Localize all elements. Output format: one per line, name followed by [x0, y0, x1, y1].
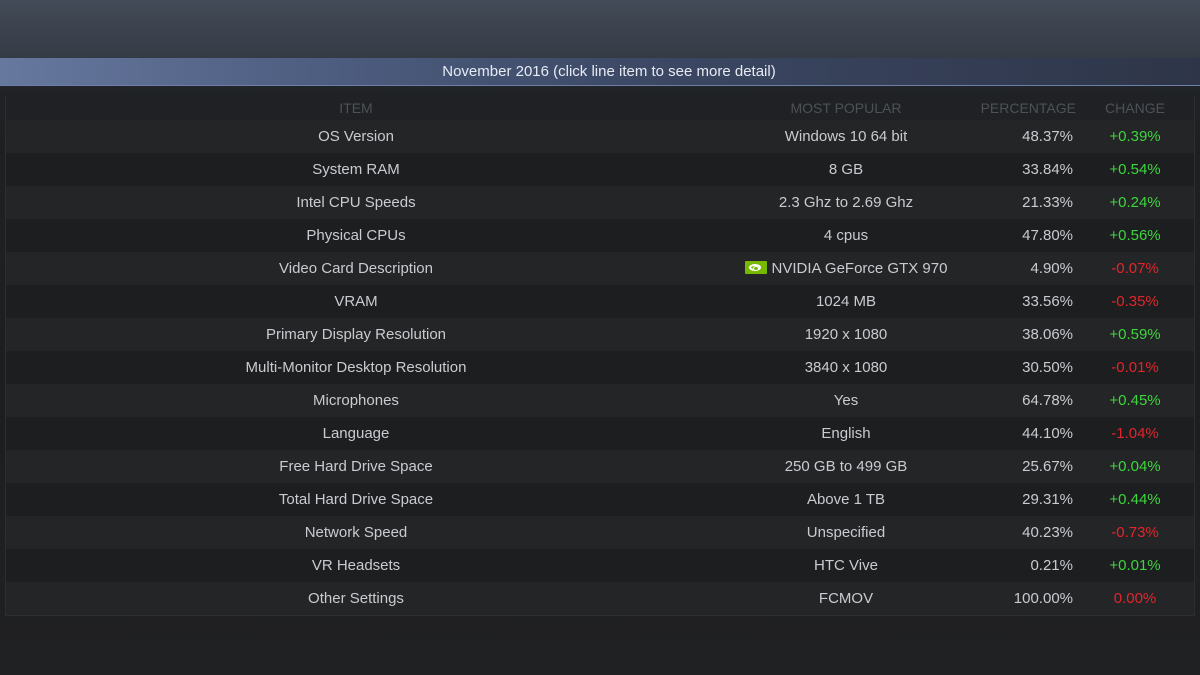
row-item-label: VR Headsets: [311, 557, 401, 574]
table-header: ITEM MOST POPULAR PERCENTAGE CHANGE: [6, 100, 1194, 118]
row-item-label: Microphones: [313, 392, 399, 409]
month-label: November 2016 (click line item to see mo…: [442, 63, 776, 80]
table-row[interactable]: Total Hard Drive Space Above 1 TB 29.31% +0…: [6, 483, 1194, 516]
row-most-popular-value: HTC Vive: [814, 557, 878, 574]
row-percentage: 100.00%: [1013, 590, 1073, 607]
row-item-label: Physical CPUs: [306, 227, 406, 244]
table-row[interactable]: Physical CPUs 4 cpus 47.80% +0.56%: [6, 219, 1194, 252]
row-most-popular-value: Unspecified: [806, 524, 886, 541]
row-change: -0.73%: [1111, 524, 1159, 541]
top-banner: [0, 0, 1200, 58]
row-item-label: Free Hard Drive Space: [279, 458, 433, 475]
table-row[interactable]: Multi-Monitor Desktop Resolution 3840 x 1…: [6, 351, 1194, 384]
table-row[interactable]: Microphones Yes 64.78% +0.45%: [6, 384, 1194, 417]
table-row[interactable]: VRAM 1024 MB 33.56% -0.35%: [6, 285, 1194, 318]
row-most-popular-value: Above 1 TB: [806, 491, 886, 508]
column-header-percentage: PERCENTAGE: [980, 100, 1076, 116]
row-item-label: Total Hard Drive Space: [278, 491, 434, 508]
row-change: +0.24%: [1109, 194, 1161, 211]
hardware-survey-page: November 2016 (click line item to see mo…: [0, 0, 1200, 675]
row-item-label: Network Speed: [304, 524, 408, 541]
row-change: +0.44%: [1109, 491, 1161, 508]
row-item-label: Video Card Description: [279, 260, 433, 277]
row-change: -1.04%: [1111, 425, 1159, 442]
column-header-change: CHANGE: [1105, 100, 1165, 116]
row-percentage: 40.23%: [1022, 524, 1073, 541]
table-row[interactable]: Other Settings FCMOV 100.00% 0.00%: [6, 582, 1194, 615]
row-item-label: Other Settings: [308, 590, 404, 607]
row-most-popular-value: 1024 MB: [815, 293, 877, 310]
row-percentage: 30.50%: [1022, 359, 1073, 376]
table-row[interactable]: Language English 44.10% -1.04%: [6, 417, 1194, 450]
row-most-popular-value: 250 GB to 499 GB: [784, 458, 908, 475]
row-change: +0.54%: [1109, 161, 1161, 178]
table-row[interactable]: Primary Display Resolution 1920 x 1080 38.…: [6, 318, 1194, 351]
row-percentage: 21.33%: [1022, 194, 1073, 211]
row-change: -0.07%: [1111, 260, 1159, 277]
row-item-label: Language: [322, 425, 390, 442]
row-most-popular-value: 1920 x 1080: [804, 326, 888, 343]
row-change: +0.04%: [1109, 458, 1161, 475]
table-row[interactable]: Video Card Description NVIDIA GeForce GTX…: [6, 252, 1194, 285]
row-most-popular-value: Yes: [833, 392, 859, 409]
row-change: -0.01%: [1111, 359, 1159, 376]
row-change: 0.00%: [1113, 590, 1157, 607]
row-percentage: 48.37%: [1022, 128, 1073, 145]
row-percentage: 38.06%: [1022, 326, 1073, 343]
row-percentage: 47.80%: [1022, 227, 1073, 244]
table-body: OS Version Windows 10 64 bit 48.37% +0.39% S…: [6, 120, 1194, 615]
table-row[interactable]: System RAM 8 GB 33.84% +0.54%: [6, 153, 1194, 186]
row-most-popular-value: 8 GB: [828, 161, 864, 178]
row-item-label: Multi-Monitor Desktop Resolution: [245, 359, 467, 376]
row-percentage: 25.67%: [1022, 458, 1073, 475]
row-most-popular-value: 4 cpus: [823, 227, 869, 244]
row-percentage: 33.84%: [1022, 161, 1073, 178]
row-item-label: Intel CPU Speeds: [296, 194, 416, 211]
column-header-item: ITEM: [339, 100, 373, 116]
row-most-popular-value: 2.3 Ghz to 2.69 Ghz: [778, 194, 914, 211]
row-change: +0.45%: [1109, 392, 1161, 409]
row-percentage: 29.31%: [1022, 491, 1073, 508]
row-change: +0.39%: [1109, 128, 1161, 145]
nvidia-logo-icon: [744, 261, 767, 274]
row-change: +0.56%: [1109, 227, 1161, 244]
row-most-popular-value: Windows 10 64 bit: [784, 128, 908, 145]
row-item-label: Primary Display Resolution: [265, 326, 447, 343]
row-percentage: 64.78%: [1022, 392, 1073, 409]
row-percentage: 0.21%: [1030, 557, 1073, 574]
row-percentage: 44.10%: [1022, 425, 1073, 442]
row-change: +0.59%: [1109, 326, 1161, 343]
table-row[interactable]: VR Headsets HTC Vive 0.21% +0.01%: [6, 549, 1194, 582]
row-item-label: OS Version: [318, 128, 394, 145]
row-change: +0.01%: [1109, 557, 1161, 574]
row-most-popular-value: FCMOV: [818, 590, 874, 607]
row-most-popular-value: English: [821, 425, 871, 442]
row-percentage: 33.56%: [1022, 293, 1073, 310]
month-header-bar: November 2016 (click line item to see mo…: [0, 58, 1200, 86]
survey-table: ITEM MOST POPULAR PERCENTAGE CHANGE OS V…: [5, 96, 1195, 616]
row-item-label: System RAM: [312, 161, 400, 178]
table-row[interactable]: Network Speed Unspecified 40.23% -0.73%: [6, 516, 1194, 549]
row-most-popular-value: NVIDIA GeForce GTX 970: [771, 260, 948, 277]
row-item-label: VRAM: [334, 293, 378, 310]
table-row[interactable]: OS Version Windows 10 64 bit 48.37% +0.39%: [6, 120, 1194, 153]
row-percentage: 4.90%: [1030, 260, 1073, 277]
row-change: -0.35%: [1111, 293, 1159, 310]
table-row[interactable]: Intel CPU Speeds 2.3 Ghz to 2.69 Ghz 21.33…: [6, 186, 1194, 219]
row-most-popular-value: 3840 x 1080: [804, 359, 888, 376]
table-row[interactable]: Free Hard Drive Space 250 GB to 499 GB 25.…: [6, 450, 1194, 483]
